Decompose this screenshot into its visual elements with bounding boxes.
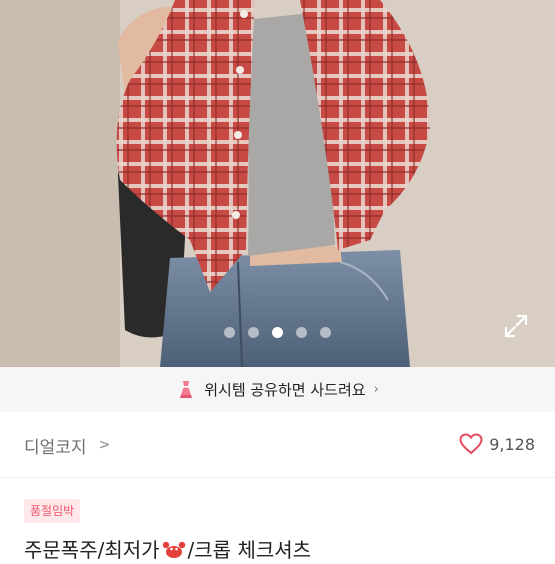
wishlist-share-banner[interactable]: 위시템 공유하면 사드려요 › [0, 367, 555, 412]
chevron-right-icon: › [373, 382, 379, 397]
product-title: 주문폭주/최저가 /크롭 체크셔츠 [24, 536, 311, 564]
low-stock-badge: 품절임박 [24, 499, 81, 523]
product-title-part2: /크롭 체크셔츠 [187, 538, 312, 562]
dress-icon [180, 380, 193, 398]
carousel-dot[interactable] [320, 327, 331, 338]
expand-icon[interactable] [503, 313, 529, 339]
heart-icon [459, 433, 483, 455]
product-photo-illustration [0, 0, 555, 367]
like-count: 9,128 [489, 434, 535, 454]
shop-link[interactable]: 디얼코지 > [24, 432, 110, 458]
shop-name: 디얼코지 [24, 437, 87, 458]
product-image[interactable] [0, 0, 555, 367]
carousel-dot[interactable] [224, 327, 235, 338]
carousel-dot[interactable] [248, 327, 259, 338]
banner-text: 위시템 공유하면 사드려요 [204, 381, 366, 399]
product-title-part1: 주문폭주/최저가 [24, 538, 160, 562]
like-button[interactable]: 9,128 [459, 431, 535, 457]
carousel-indicator [0, 327, 555, 341]
chevron-right-icon: > [98, 437, 111, 453]
carousel-dot[interactable] [296, 327, 307, 338]
crab-emoji-icon [162, 541, 185, 558]
divider [0, 477, 555, 478]
carousel-dot-active[interactable] [272, 327, 283, 338]
